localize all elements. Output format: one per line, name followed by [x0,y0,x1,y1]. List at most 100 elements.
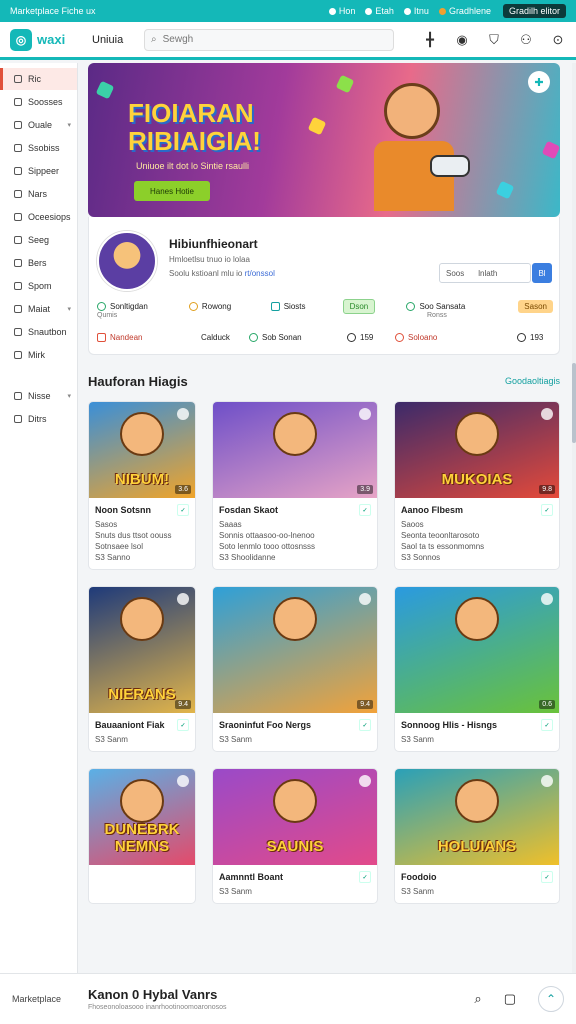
profile-link[interactable]: rt/onssol [245,269,275,278]
top-item-3[interactable]: Gradhlene [438,6,491,16]
game-card[interactable]: 3.9 Fosdan Skaot ✓ Saaas Sonnis ottaasoo-oo-… [212,401,378,570]
help-icon[interactable]: ⊙ [550,32,566,48]
header-link[interactable]: Uniuia [92,34,144,46]
sidebar-item[interactable]: Spom [0,275,77,297]
top-item-1[interactable]: Etah [365,6,394,16]
favorite-icon[interactable] [541,593,553,605]
tag-icon [14,236,22,244]
stat-item[interactable]: Sonltigdan [97,302,189,311]
favorite-icon[interactable] [359,775,371,787]
shield-icon[interactable]: ⛉ [486,32,502,48]
game-thumbnail[interactable]: 9.4 [213,587,377,713]
stat-item[interactable]: Rowong [188,302,271,311]
sidebar-item[interactable]: Oceesiops [0,206,77,228]
bookmark-icon[interactable]: ▢ [504,991,516,1007]
game-icon[interactable]: ✚ [528,71,550,93]
avatar[interactable] [97,231,157,291]
game-card[interactable]: NIBUM! 3.6 Noon Sotsnn ✓ Sasos Snuts dus ttso… [88,401,196,570]
search-icon[interactable]: ⌕ [474,991,481,1007]
stat-item[interactable]: Siosts [270,302,343,311]
game-card[interactable]: NIERANS 9.4 Bauaaniont Fiak ✓ S3 Sanm [88,586,196,752]
sidebar-item-label: Bers [28,258,47,268]
game-thumbnail[interactable]: HOLUIANS [395,769,559,865]
game-card[interactable]: MUKOIAS 9.8 Aanoo Flbesm ✓ Saoos Seonta teoon… [394,401,560,570]
game-thumbnail[interactable]: NIBUM! 3.6 [89,402,195,498]
check-icon[interactable]: ✓ [359,504,371,516]
scrollbar-thumb[interactable] [572,363,576,443]
check-icon[interactable]: ✓ [359,871,371,883]
sidebar-item[interactable]: Seeg [0,229,77,251]
game-thumbnail[interactable]: DUNEBRK NEMNS [89,769,195,865]
check-icon[interactable]: ✓ [177,719,189,731]
sidebar-item[interactable]: Ric [0,68,77,90]
top-status-bar: Marketplace Fiche ux Hon Etah Itnu Gradh… [0,0,576,22]
stat-item[interactable]: 159 [347,333,395,342]
check-icon[interactable]: ✓ [359,719,371,731]
user-icon[interactable]: ⚇ [518,32,534,48]
game-card[interactable]: 9.4 Sraoninfut Foo Nergs ✓ S3 Sanm [212,586,378,752]
logo[interactable]: ◎ waxi [10,28,92,51]
check-icon[interactable]: ✓ [541,871,553,883]
profile-search-field[interactable]: Soos lnlath [439,263,531,283]
gem-icon [541,140,560,160]
sidebar-item-label: Soosses [28,97,63,107]
notification-icon[interactable]: ◉ [454,32,470,48]
stat-item[interactable]: Soloano [395,333,517,342]
favorite-icon[interactable] [541,775,553,787]
sidebar-item[interactable]: Ouale ▾ [0,114,77,136]
sidebar-item-label: Oceesiops [28,212,71,222]
check-icon[interactable]: ✓ [541,504,553,516]
game-thumbnail[interactable]: 0.6 [395,587,559,713]
stat-item[interactable]: Nandean [97,333,201,342]
favorite-icon[interactable] [359,408,371,420]
game-thumbnail[interactable]: SAUNIS [213,769,377,865]
favorite-icon[interactable] [177,593,189,605]
sidebar-item[interactable]: Snautbon [0,321,77,343]
hero-banner[interactable]: FIOIARAN RIBIAIGIA! Uniuoe ilt dot lo Si… [88,63,560,217]
game-card[interactable]: 0.6 Sonnoog Hlis - Hisngs ✓ S3 Sanm [394,586,560,752]
game-thumbnail[interactable]: MUKOIAS 9.8 [395,402,559,498]
header: ◎ waxi Uniuia ⌕ Sewgh ╋ ◉ ⛉ ⚇ ⊙ [0,22,576,60]
top-item-2[interactable]: Itnu [403,6,429,16]
sidebar-item[interactable]: Mirk [0,344,77,366]
sidebar-item[interactable]: Bers [0,252,77,274]
sidebar-item[interactable]: Soosses [0,91,77,113]
hero-button[interactable]: Hanes Hotie [134,181,210,201]
sidebar-item[interactable]: Maiat ▾ [0,298,77,320]
check-icon[interactable]: ✓ [177,504,189,516]
sidebar-item-label: Ssobiss [28,143,60,153]
top-account-pill[interactable]: Gradilh elitor [502,4,566,18]
game-card[interactable]: HOLUIANS Foodoio ✓ S3 Sanm [394,768,560,904]
scrollbar[interactable] [572,63,576,973]
search-input[interactable]: ⌕ Sewgh [144,28,394,51]
plus-icon[interactable]: ╋ [422,32,438,48]
sidebar-item[interactable]: Ssobiss [0,137,77,159]
header-icons: ╋ ◉ ⛉ ⚇ ⊙ [422,32,566,48]
sidebar-item[interactable]: Nars [0,183,77,205]
stat-item[interactable]: Calduck [201,333,249,342]
card-line: Saoos [401,520,424,529]
stat-item[interactable]: 193 [517,333,543,342]
favorite-icon[interactable] [359,593,371,605]
bell-icon [403,7,411,15]
profile-search-button[interactable]: Bl [532,263,552,283]
sidebar-item[interactable]: Sippeer [0,160,77,182]
game-thumbnail[interactable]: NIERANS 9.4 [89,587,195,713]
favorite-icon[interactable] [541,408,553,420]
section-link[interactable]: Goodaoltiagis [505,376,560,386]
game-card[interactable]: SAUNIS Aamnntl Boant ✓ S3 Sanm [212,768,378,904]
stat-item[interactable]: Sob Sonan [249,333,347,342]
check-icon[interactable]: ✓ [541,719,553,731]
game-card[interactable]: DUNEBRK NEMNS [88,768,196,904]
stat-item[interactable]: Soo Sansata [406,302,518,311]
game-thumbnail[interactable]: 3.9 [213,402,377,498]
favorite-icon[interactable] [177,408,189,420]
up-arrow-icon[interactable]: ⌃ [538,986,564,1012]
sidebar-item[interactable]: Ditrs [0,408,77,430]
character-art [455,597,499,641]
top-item-0[interactable]: Hon [328,6,355,16]
chevron-down-icon: ▾ [67,306,71,313]
sidebar-item[interactable]: Nisse ▾ [0,385,77,407]
footer-label[interactable]: Marketplace [12,994,88,1004]
favorite-icon[interactable] [177,775,189,787]
